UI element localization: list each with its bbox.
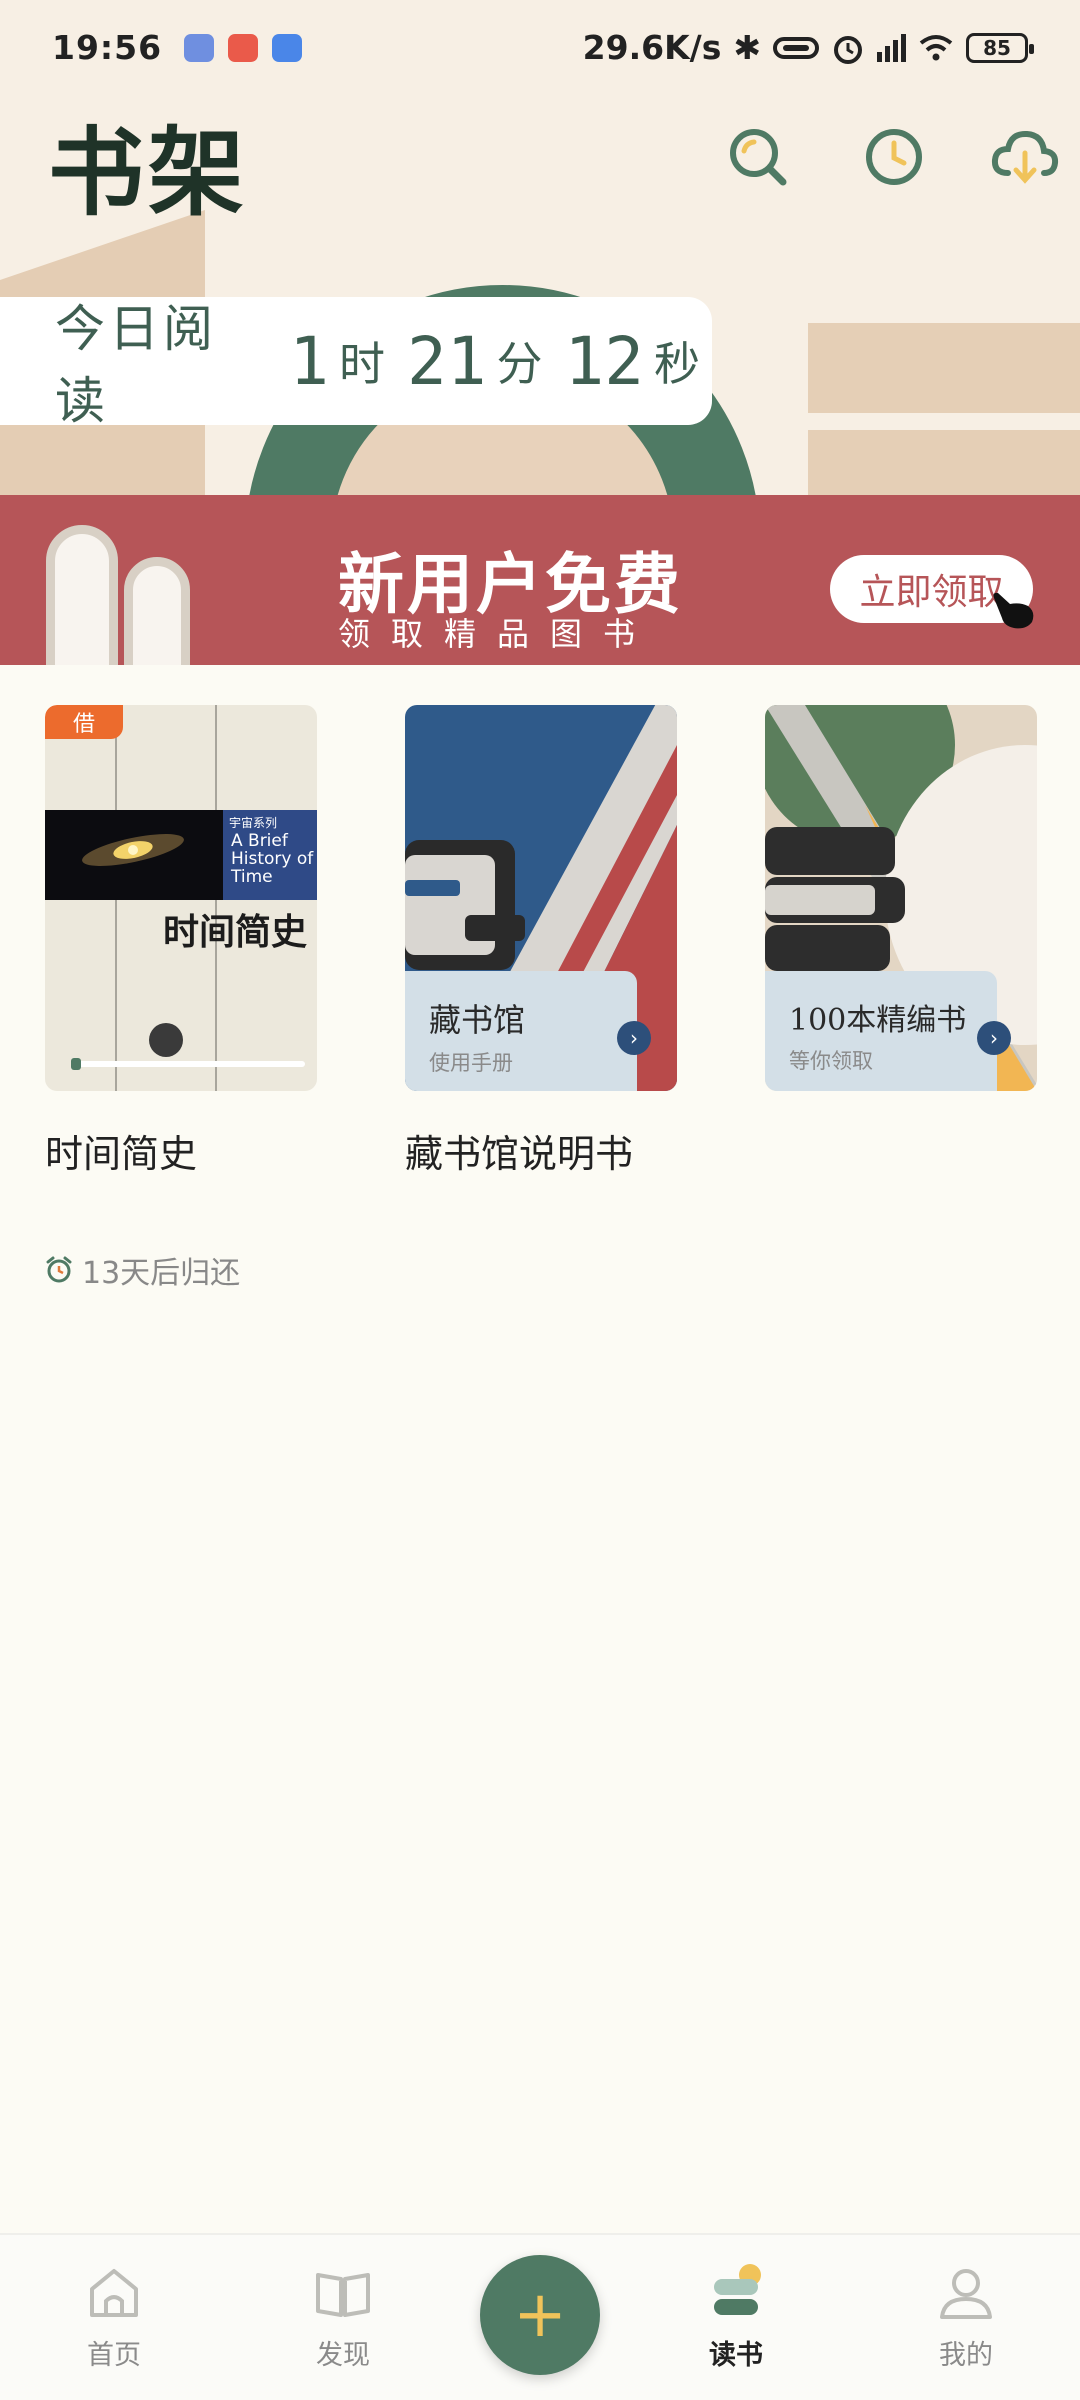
nav-read[interactable]: 读书 — [666, 2263, 806, 2372]
reading-minutes-unit: 分 — [496, 337, 543, 391]
book-item[interactable]: 藏书馆 使用手册 › 藏书馆说明书 — [405, 705, 677, 1178]
decor-bar — [808, 430, 1080, 495]
decor-tube — [124, 557, 190, 665]
pointing-hand-icon — [993, 592, 1034, 629]
nav-home-label: 首页 — [87, 2340, 141, 2371]
add-button[interactable]: + — [480, 2255, 600, 2375]
promo-banner[interactable]: 新用户免费 领取精品图书 立即领取 — [0, 495, 1080, 665]
borrowed-badge: 借 — [45, 705, 123, 739]
wifi-icon — [919, 34, 953, 60]
reading-progress-fill — [71, 1058, 81, 1070]
nav-discover[interactable]: 发现 — [273, 2263, 413, 2372]
cover-info-subtitle: 等你领取 — [789, 1049, 873, 1073]
cover-info-subtitle: 使用手册 — [429, 1051, 513, 1075]
book-title[interactable]: 藏书馆说明书 — [405, 1123, 677, 1178]
cover-info-title: 100本精编书 — [789, 1003, 967, 1038]
book-cover[interactable]: A Brief History of Time 宇宙系列 时间简史 借 — [45, 705, 317, 1091]
alarm-icon — [834, 35, 862, 64]
notification-icons — [184, 33, 303, 62]
bookshelf-icon — [714, 2264, 761, 2315]
user-icon — [940, 2269, 992, 2319]
cover-info-panel: 100本精编书 等你领取 › — [765, 971, 1011, 1091]
home-icon — [90, 2269, 138, 2317]
status-bar: 19:56 29.6K/s ✱ 85 — [0, 0, 1080, 95]
network-speed: 29.6K/s — [582, 28, 722, 67]
book-title[interactable]: 时间简史 — [45, 1123, 317, 1178]
chat-app-icon — [184, 33, 215, 62]
reading-hours: 1 — [289, 322, 330, 400]
book-cover[interactable]: 100本精编书 等你领取 › — [765, 705, 1037, 1091]
cover-info-title: 藏书馆 — [429, 1001, 526, 1039]
battery-icon: 85 — [966, 32, 1034, 63]
cover-series: 宇宙系列 — [229, 816, 278, 830]
chevron-right-icon: › — [977, 1021, 1011, 1055]
header-area: 19:56 29.6K/s ✱ 85 书架 今日阅读 1 时 21 分 12 秒 — [0, 0, 1080, 495]
book-item[interactable]: A Brief History of Time 宇宙系列 时间简史 借 时间简史 — [45, 705, 317, 1178]
nav-mine-label: 我的 — [939, 2340, 993, 2371]
decor-tube — [46, 525, 118, 665]
cover-chinese-title: 时间简史 — [162, 911, 307, 953]
open-book-icon — [316, 2273, 370, 2317]
promo-subtitle: 领取精品图书 — [338, 615, 657, 653]
battery-level: 85 — [983, 35, 1011, 60]
galaxy-image — [45, 810, 223, 900]
alarm-clock-icon — [46, 1256, 72, 1283]
today-reading-label: 今日阅读 — [55, 300, 217, 430]
due-notice: 13天后归还 — [44, 1248, 240, 1292]
signal-icon — [877, 33, 906, 62]
cloud-download-icon[interactable] — [990, 125, 1060, 189]
link-icon — [773, 36, 819, 59]
history-clock-icon[interactable] — [862, 125, 926, 189]
today-reading-card[interactable]: 今日阅读 1 时 21 分 12 秒 — [0, 297, 712, 430]
book-cover[interactable]: 藏书馆 使用手册 › — [405, 705, 677, 1091]
status-time: 19:56 — [52, 28, 163, 67]
nav-read-label: 读书 — [709, 2340, 763, 2371]
nav-mine[interactable]: 我的 — [896, 2263, 1036, 2372]
search-icon[interactable] — [726, 125, 790, 189]
portrait-image — [149, 1023, 183, 1057]
health-app-icon — [228, 33, 259, 62]
cover-english-text: A Brief History of Time — [231, 831, 314, 887]
reading-hours-unit: 时 — [339, 337, 386, 391]
nav-home[interactable]: 首页 — [44, 2263, 184, 2372]
page-title: 书架 — [48, 116, 248, 229]
status-indicators: 29.6K/s ✱ 85 — [582, 28, 1034, 67]
decor-bar — [808, 323, 1080, 413]
reading-progress-bar — [73, 1061, 305, 1067]
due-notice-text: 13天后归还 — [82, 1256, 241, 1291]
reading-seconds: 12 — [564, 322, 644, 400]
chevron-right-icon: › — [617, 1021, 651, 1055]
reading-minutes: 21 — [407, 322, 487, 400]
cover-info-panel: 藏书馆 使用手册 › — [405, 971, 651, 1091]
book-item[interactable]: 100本精编书 等你领取 › — [765, 705, 1037, 1091]
reading-seconds-unit: 秒 — [654, 337, 700, 391]
assistant-app-icon — [272, 33, 303, 62]
bluetooth-icon: ✱ — [733, 28, 761, 67]
nav-discover-label: 发现 — [316, 2340, 370, 2371]
